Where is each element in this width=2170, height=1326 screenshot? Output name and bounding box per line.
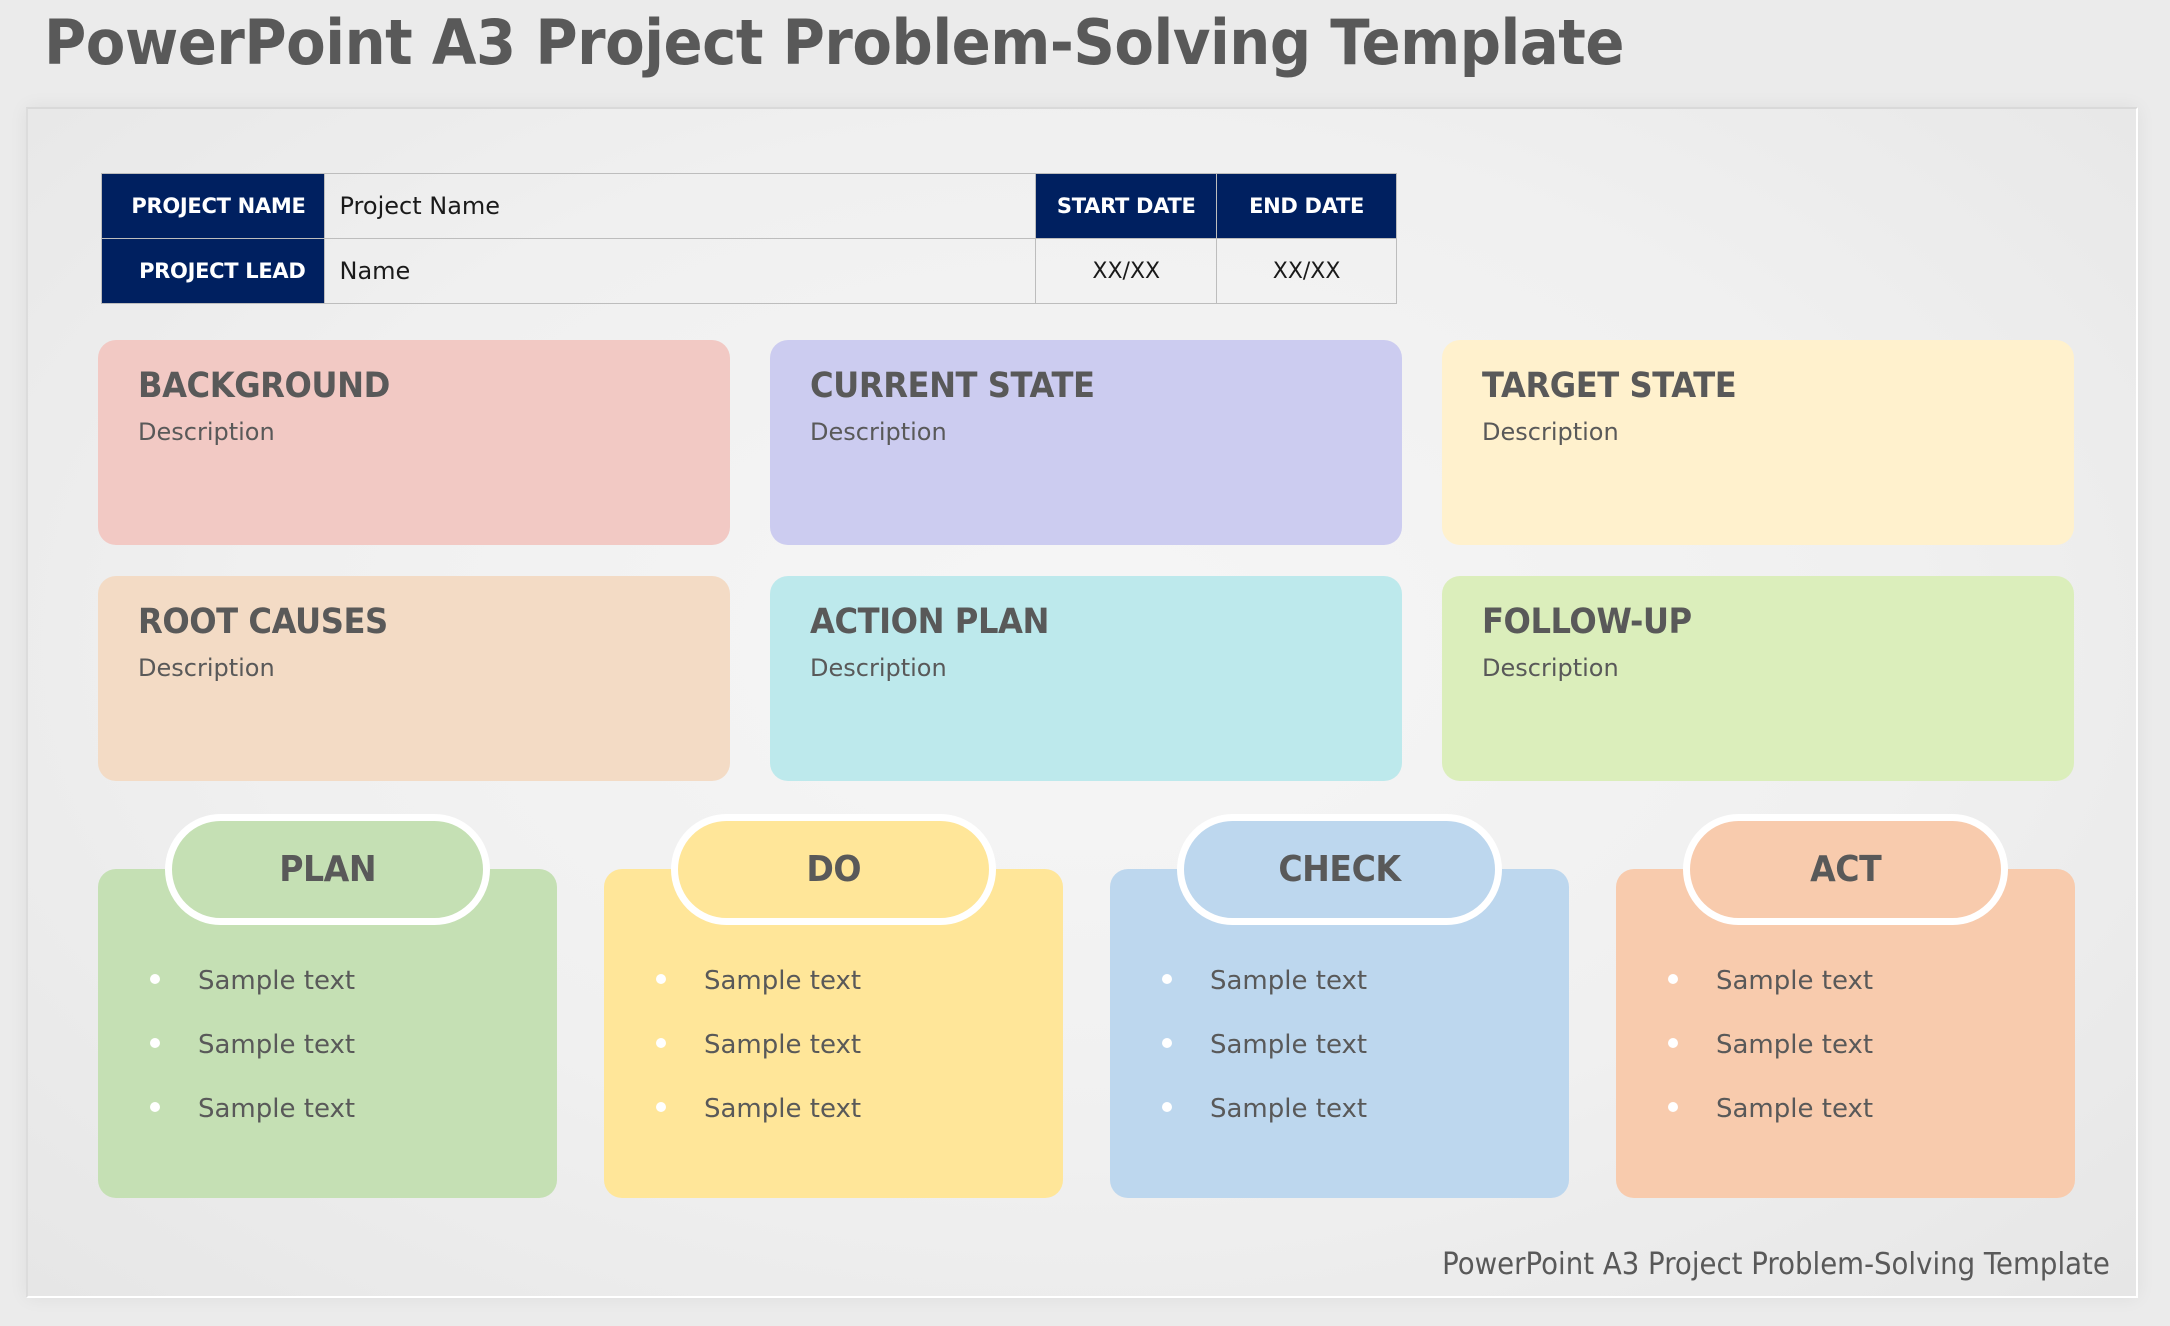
plan-label: PLAN: [279, 849, 376, 890]
slide: PROJECT NAME Project Name START DATE END…: [26, 107, 2138, 1298]
end-date-field[interactable]: XX/XX: [1216, 238, 1397, 304]
list-item[interactable]: Sample text: [1160, 1025, 1569, 1089]
bullet-icon: [1162, 974, 1172, 984]
list-item[interactable]: Sample text: [1160, 961, 1569, 1025]
list-item-text: Sample text: [704, 1030, 862, 1060]
project-name-field[interactable]: Project Name: [323, 173, 1037, 239]
plan-header-pill[interactable]: PLAN: [165, 814, 490, 925]
bullet-icon: [656, 1038, 666, 1048]
follow-up-description[interactable]: Description: [1482, 654, 2034, 682]
list-item-text: Sample text: [1716, 1094, 1874, 1124]
target-state-title: TARGET STATE: [1482, 366, 1737, 406]
bullet-icon: [656, 1102, 666, 1112]
current-state-card[interactable]: CURRENT STATE Description: [770, 340, 1402, 545]
background-description[interactable]: Description: [138, 418, 690, 446]
list-item-text: Sample text: [704, 966, 862, 996]
list-item[interactable]: Sample text: [1160, 1089, 1569, 1153]
action-plan-card[interactable]: ACTION PLAN Description: [770, 576, 1402, 781]
background-title: BACKGROUND: [138, 366, 390, 406]
list-item-text: Sample text: [198, 1094, 356, 1124]
root-causes-description[interactable]: Description: [138, 654, 690, 682]
check-header-pill[interactable]: CHECK: [1177, 814, 1502, 925]
plan-list: Sample text Sample text Sample text: [98, 961, 557, 1153]
bullet-icon: [1162, 1038, 1172, 1048]
bullet-icon: [656, 974, 666, 984]
target-state-description[interactable]: Description: [1482, 418, 2034, 446]
list-item-text: Sample text: [1210, 966, 1368, 996]
do-header-pill[interactable]: DO: [671, 814, 996, 925]
project-info-table: PROJECT NAME Project Name START DATE END…: [101, 173, 1397, 304]
list-item-text: Sample text: [1210, 1030, 1368, 1060]
list-item-text: Sample text: [198, 966, 356, 996]
project-lead-row: PROJECT LEAD Name XX/XX XX/XX: [101, 238, 1397, 304]
action-plan-description[interactable]: Description: [810, 654, 1362, 682]
follow-up-title: FOLLOW-UP: [1482, 602, 1692, 642]
root-causes-title: ROOT CAUSES: [138, 602, 388, 642]
list-item[interactable]: Sample text: [148, 1089, 557, 1153]
current-state-description[interactable]: Description: [810, 418, 1362, 446]
act-list: Sample text Sample text Sample text: [1616, 961, 2075, 1153]
list-item[interactable]: Sample text: [1666, 1025, 2075, 1089]
background-card[interactable]: BACKGROUND Description: [98, 340, 730, 545]
list-item-text: Sample text: [704, 1094, 862, 1124]
list-item-text: Sample text: [1716, 966, 1874, 996]
target-state-card[interactable]: TARGET STATE Description: [1442, 340, 2074, 545]
start-date-field[interactable]: XX/XX: [1035, 238, 1218, 304]
start-date-label: START DATE: [1035, 173, 1218, 239]
bullet-icon: [150, 1102, 160, 1112]
page-title: PowerPoint A3 Project Problem-Solving Te…: [44, 6, 1625, 79]
list-item[interactable]: Sample text: [654, 1025, 1063, 1089]
follow-up-card[interactable]: FOLLOW-UP Description: [1442, 576, 2074, 781]
root-causes-card[interactable]: ROOT CAUSES Description: [98, 576, 730, 781]
bullet-icon: [1162, 1102, 1172, 1112]
project-lead-field[interactable]: Name: [323, 238, 1037, 304]
act-label: ACT: [1809, 849, 1882, 890]
bullet-icon: [150, 1038, 160, 1048]
bullet-icon: [1668, 974, 1678, 984]
list-item-text: Sample text: [198, 1030, 356, 1060]
check-list: Sample text Sample text Sample text: [1110, 961, 1569, 1153]
footer-caption: PowerPoint A3 Project Problem-Solving Te…: [1442, 1247, 2110, 1282]
end-date-label: END DATE: [1216, 173, 1397, 239]
list-item-text: Sample text: [1716, 1030, 1874, 1060]
action-plan-title: ACTION PLAN: [810, 602, 1049, 642]
list-item[interactable]: Sample text: [654, 1089, 1063, 1153]
list-item[interactable]: Sample text: [1666, 961, 2075, 1025]
list-item[interactable]: Sample text: [654, 961, 1063, 1025]
project-lead-label: PROJECT LEAD: [101, 238, 325, 304]
bullet-icon: [1668, 1038, 1678, 1048]
do-list: Sample text Sample text Sample text: [604, 961, 1063, 1153]
list-item[interactable]: Sample text: [148, 1025, 557, 1089]
list-item-text: Sample text: [1210, 1094, 1368, 1124]
list-item[interactable]: Sample text: [148, 961, 557, 1025]
list-item[interactable]: Sample text: [1666, 1089, 2075, 1153]
project-name-label: PROJECT NAME: [101, 173, 325, 239]
act-header-pill[interactable]: ACT: [1683, 814, 2008, 925]
project-name-row: PROJECT NAME Project Name START DATE END…: [101, 173, 1397, 239]
current-state-title: CURRENT STATE: [810, 366, 1095, 406]
bullet-icon: [1668, 1102, 1678, 1112]
do-label: DO: [806, 849, 861, 890]
check-label: CHECK: [1278, 849, 1401, 890]
bullet-icon: [150, 974, 160, 984]
